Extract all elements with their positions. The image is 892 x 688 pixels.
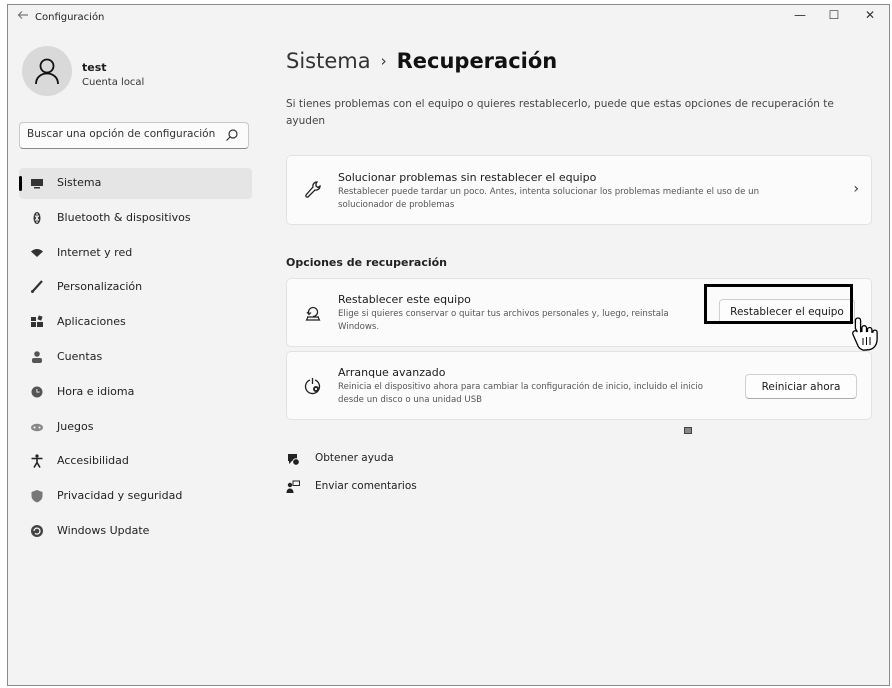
search-icon bbox=[226, 129, 238, 141]
apps-icon bbox=[31, 315, 43, 328]
close-button[interactable]: ✕ bbox=[853, 5, 887, 28]
sidebar-item-label: Internet y red bbox=[57, 245, 133, 259]
sidebar-item-sistema[interactable]: Sistema bbox=[19, 168, 252, 199]
sidebar-item-juegos[interactable]: Juegos bbox=[19, 412, 252, 443]
globe-clock-icon bbox=[31, 386, 43, 398]
title-bar: Configuración — ☐ ✕ bbox=[8, 5, 889, 33]
sidebar-item-personalizacion[interactable]: Personalización bbox=[19, 272, 252, 303]
sidebar-item-windows-update[interactable]: Windows Update bbox=[19, 516, 252, 547]
monitor-icon bbox=[31, 179, 43, 189]
page-title: Recuperación bbox=[396, 49, 558, 73]
person-icon bbox=[35, 58, 59, 85]
arrow-left-icon bbox=[17, 11, 28, 19]
search-box[interactable] bbox=[19, 122, 249, 149]
send-feedback-label: Enviar comentarios bbox=[315, 480, 417, 492]
sidebar-item-hora[interactable]: Hora e idioma bbox=[19, 377, 252, 408]
advanced-startup-icon bbox=[304, 378, 321, 395]
sidebar-item-label: Hora e idioma bbox=[57, 384, 135, 398]
chevron-right-icon: › bbox=[853, 181, 859, 197]
user-name: test bbox=[82, 61, 107, 74]
hand-cursor-icon bbox=[852, 317, 878, 351]
account-type: Cuenta local bbox=[82, 77, 145, 88]
window-title: Configuración bbox=[35, 12, 105, 23]
get-help-label: Obtener ayuda bbox=[315, 452, 394, 464]
wrench-icon bbox=[305, 181, 321, 198]
sidebar-item-label: Cuentas bbox=[57, 349, 103, 363]
card-description: Elige si quieres conservar o quitar tus … bbox=[338, 309, 669, 332]
wifi-icon bbox=[31, 248, 43, 257]
settings-window: Configuración — ☐ ✕ test Cuenta local Si… bbox=[7, 4, 890, 686]
sidebar-item-bluetooth[interactable]: Bluetooth & dispositivos bbox=[19, 203, 252, 234]
sidebar-item-privacidad[interactable]: Privacidad y seguridad bbox=[19, 481, 252, 512]
sidebar-item-cuentas[interactable]: Cuentas bbox=[19, 342, 252, 373]
breadcrumb: Sistema › Recuperación bbox=[286, 49, 557, 73]
person-icon bbox=[32, 351, 42, 363]
sidebar-item-label: Accesibilidad bbox=[57, 454, 129, 468]
active-indicator bbox=[19, 176, 22, 191]
sidebar-item-label: Juegos bbox=[57, 419, 94, 433]
breadcrumb-parent[interactable]: Sistema bbox=[286, 49, 371, 73]
sidebar-item-label: Windows Update bbox=[57, 523, 150, 537]
breadcrumb-separator: › bbox=[380, 52, 387, 70]
page-description: Si tienes problemas con el equipo o quie… bbox=[286, 98, 834, 127]
sidebar-nav: Sistema Bluetooth & dispositivos Interne… bbox=[19, 168, 252, 551]
reset-pc-button[interactable]: Restablecer el equipo bbox=[719, 299, 855, 324]
help-icon bbox=[288, 454, 300, 466]
search-input[interactable] bbox=[27, 128, 222, 140]
accessibility-icon bbox=[31, 454, 43, 469]
sidebar-item-label: Bluetooth & dispositivos bbox=[57, 210, 191, 224]
shield-icon bbox=[31, 490, 43, 503]
user-profile[interactable]: test Cuenta local bbox=[22, 46, 252, 102]
card-description: Reinicia el dispositivo ahora para cambi… bbox=[338, 382, 704, 405]
card-title: Restablecer este equipo bbox=[338, 293, 471, 306]
sidebar-item-aplicaciones[interactable]: Aplicaciones bbox=[19, 307, 252, 338]
sidebar-item-accesibilidad[interactable]: Accesibilidad bbox=[19, 446, 252, 477]
avatar bbox=[22, 46, 72, 96]
card-title: Arranque avanzado bbox=[338, 366, 446, 379]
resize-grip bbox=[684, 427, 692, 434]
card-title: Solucionar problemas sin restablecer el … bbox=[338, 171, 597, 184]
feedback-icon bbox=[286, 480, 300, 493]
brush-icon bbox=[31, 280, 43, 294]
bluetooth-icon bbox=[33, 211, 41, 224]
sidebar-item-label: Aplicaciones bbox=[57, 315, 126, 329]
troubleshoot-card[interactable]: Solucionar problemas sin restablecer el … bbox=[286, 155, 872, 225]
sidebar-item-label: Personalización bbox=[57, 280, 143, 294]
reset-pc-icon bbox=[305, 306, 321, 321]
back-button[interactable] bbox=[17, 9, 29, 25]
sidebar-item-label: Sistema bbox=[57, 176, 102, 189]
gamepad-icon bbox=[31, 423, 43, 431]
maximize-button[interactable]: ☐ bbox=[817, 5, 851, 28]
reset-pc-card: Restablecer este equipo Elige si quieres… bbox=[286, 278, 872, 347]
sidebar-item-internet[interactable]: Internet y red bbox=[19, 238, 252, 269]
card-description: Restablecer puede tardar un poco. Antes,… bbox=[338, 187, 760, 210]
sidebar-item-label: Privacidad y seguridad bbox=[57, 489, 183, 503]
minimize-button[interactable]: — bbox=[783, 5, 817, 28]
update-icon bbox=[31, 524, 43, 537]
section-title: Opciones de recuperación bbox=[286, 256, 448, 269]
restart-now-button[interactable]: Reiniciar ahora bbox=[745, 374, 857, 399]
advanced-startup-card: Arranque avanzado Reinicia el dispositiv… bbox=[286, 351, 872, 420]
